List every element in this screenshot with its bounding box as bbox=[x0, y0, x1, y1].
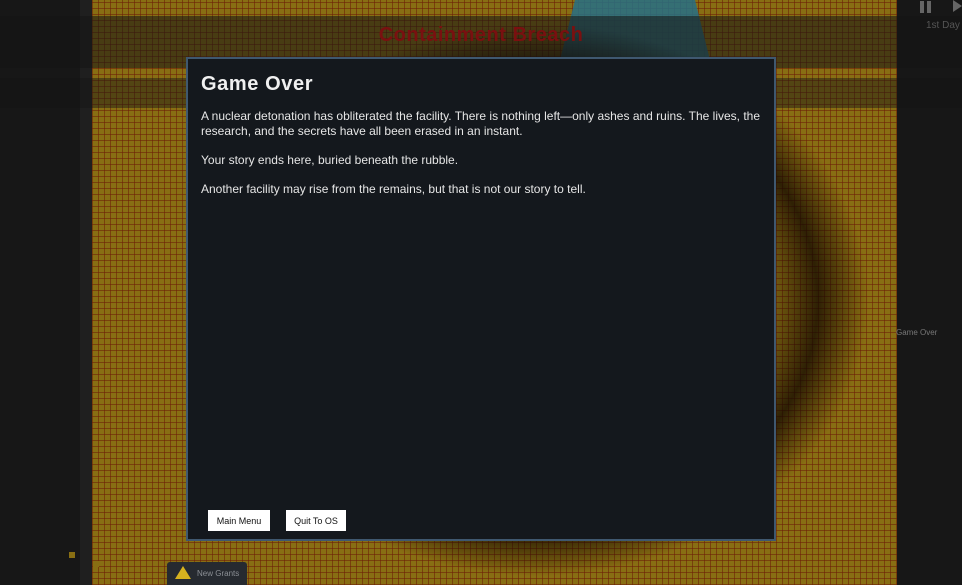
event-title: Containment Breach bbox=[378, 24, 584, 46]
warning-icon bbox=[175, 566, 191, 579]
game-over-dialog: Game Over A nuclear detonation has oblit… bbox=[186, 57, 776, 541]
day-label: 1st Day bbox=[926, 20, 960, 31]
dialog-paragraph: A nuclear detonation has obliterated the… bbox=[201, 109, 761, 138]
main-menu-button[interactable]: Main Menu bbox=[208, 510, 270, 531]
play-icon[interactable] bbox=[953, 0, 962, 12]
quit-to-os-button[interactable]: Quit To OS bbox=[286, 510, 346, 531]
notification-label: New Grants bbox=[197, 569, 240, 578]
dialog-title: Game Over bbox=[201, 73, 314, 95]
dialog-paragraph: Your story ends here, buried beneath the… bbox=[201, 153, 459, 167]
game-screen: Containment Breach 1st Day Game Over New… bbox=[0, 0, 962, 585]
dialog-paragraph: Another facility may rise from the remai… bbox=[201, 182, 586, 196]
side-status-label: Game Over bbox=[896, 328, 938, 337]
pause-icon[interactable] bbox=[920, 0, 934, 13]
